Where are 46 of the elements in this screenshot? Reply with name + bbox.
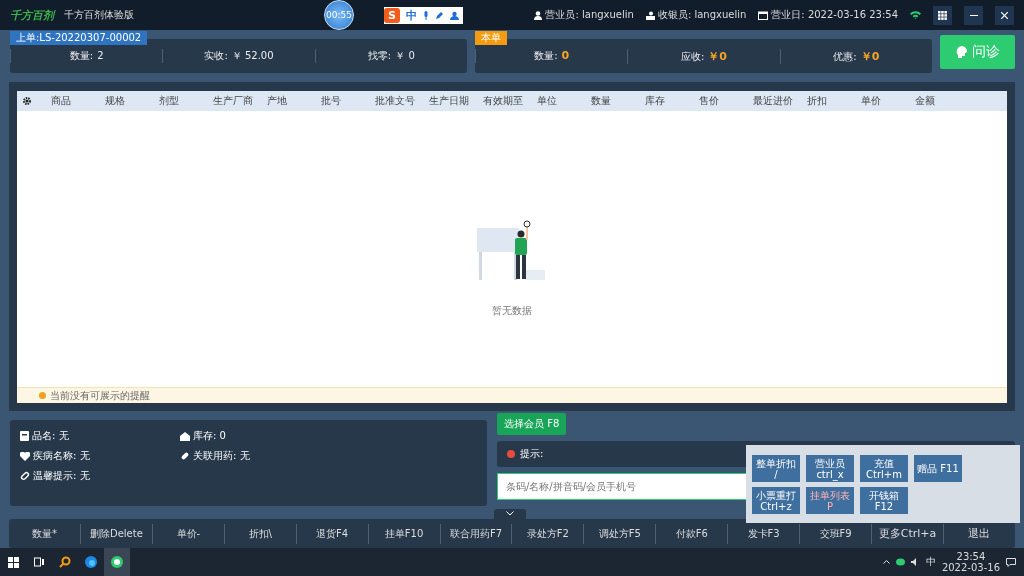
info-text: 关联用药: 无 (193, 449, 250, 463)
order-tag: 上单:LS-20220307-00002 (10, 31, 148, 45)
field-label: 找零: (367, 50, 392, 61)
app-title: 千方百剂体验版 (64, 8, 134, 22)
info-text: 疾病名称: 无 (33, 449, 90, 463)
field-value: 0 (561, 49, 570, 62)
field-label: 应收: (680, 50, 705, 62)
field-label: 优惠: (833, 50, 857, 62)
field-label: 数量: (69, 50, 94, 61)
column-header: 生产日期 (429, 94, 470, 108)
column-header: 金额 (915, 94, 936, 108)
timer-badge: 00:55 (324, 0, 354, 30)
field-value: ￥ 52.00 (231, 50, 274, 61)
field-value: 2 (97, 50, 104, 61)
field-value: ￥ 0 (395, 50, 415, 61)
column-header: 数量 (591, 94, 612, 108)
business-day-label: 营业日: 2022-03-16 23:54 (771, 8, 898, 22)
column-header: 单位 (537, 94, 558, 108)
app-logo: 千方百剂 (10, 7, 54, 23)
cashier-label: 收银员: langxuelin (657, 8, 747, 22)
column-header: 商品 (51, 94, 72, 108)
empty-text: 暂无数据 (492, 304, 532, 318)
info-text: 品名: 无 (32, 429, 69, 443)
field-label: 数量: (534, 50, 558, 61)
info-text: 温馨提示: 无 (33, 469, 90, 483)
column-header: 批号 (321, 94, 342, 108)
column-header: 折扣 (807, 94, 828, 108)
field-label: 实收: (204, 50, 228, 61)
ime-logo: S (384, 7, 400, 23)
column-header: 产地 (267, 94, 288, 108)
column-header: 批准文号 (375, 94, 416, 108)
salesperson-label: 营业员: langxuelin (545, 8, 634, 22)
column-header: 规格 (105, 94, 126, 108)
notice-text: 当前没有可展示的提醒 (50, 388, 150, 403)
field-value: ￥0 (860, 49, 880, 63)
info-text: 库存: 0 (193, 429, 226, 443)
column-header: 库存 (645, 94, 666, 108)
column-header: 生产厂商 (213, 94, 254, 108)
field-value: ￥0 (708, 49, 727, 63)
column-header: 最近进价 (753, 94, 794, 108)
column-header: 有效期至 (483, 94, 524, 108)
order-tag: 本单 (475, 31, 507, 45)
column-header: 剂型 (159, 94, 180, 108)
column-header: 售价 (699, 94, 720, 108)
hint-label: 提示: (520, 447, 544, 461)
column-header: 单价 (861, 94, 882, 108)
